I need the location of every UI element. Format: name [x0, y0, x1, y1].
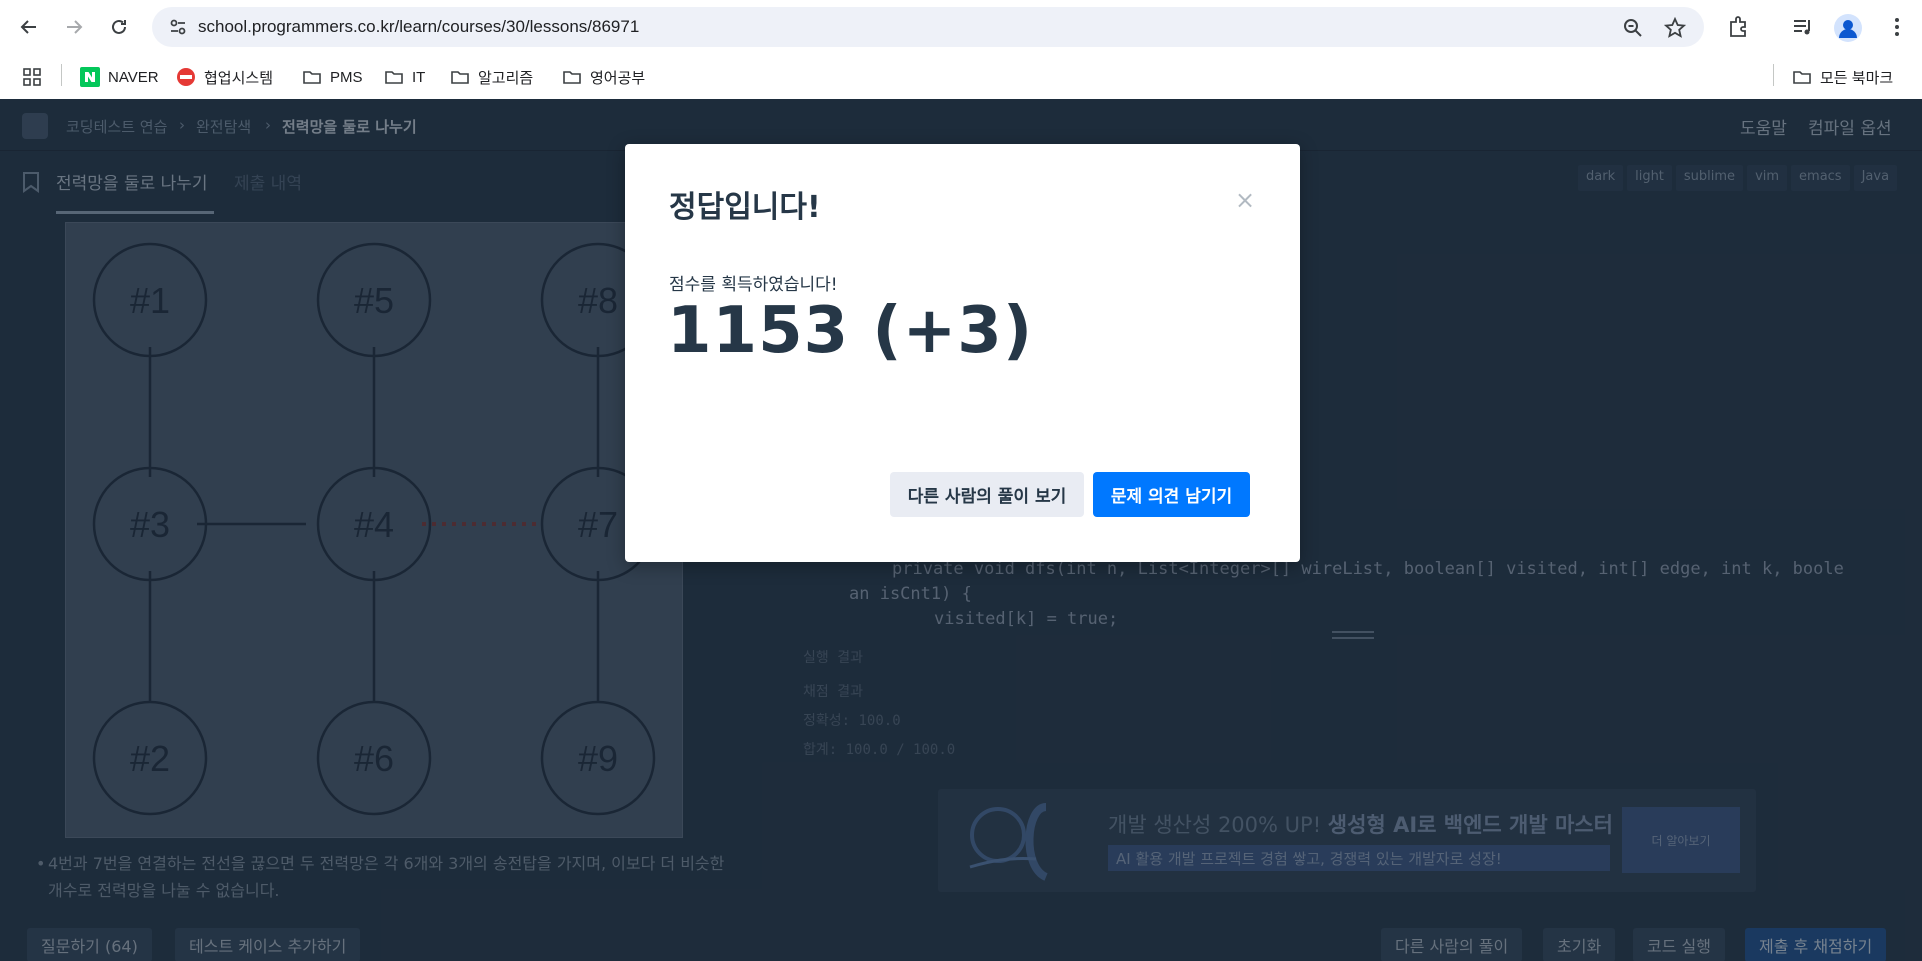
- profile-avatar[interactable]: [1834, 14, 1862, 42]
- address-bar[interactable]: school.programmers.co.kr/learn/courses/3…: [152, 7, 1704, 47]
- bookmark-star-icon[interactable]: [1664, 17, 1686, 39]
- naver-icon: [80, 67, 100, 87]
- folder-icon: [451, 71, 469, 84]
- reload-icon[interactable]: [104, 12, 134, 42]
- all-bookmarks[interactable]: 모든 북마크: [1792, 65, 1893, 89]
- bookmark-algorithm[interactable]: 알고리즘: [450, 65, 533, 89]
- folder-icon: [563, 71, 581, 84]
- zoom-icon[interactable]: [1622, 17, 1644, 39]
- back-icon[interactable]: [14, 12, 44, 42]
- extensions-icon[interactable]: [1726, 14, 1752, 40]
- site-icon: [177, 68, 195, 86]
- score-value: 1153 (+3): [667, 294, 1034, 368]
- folder-icon: [385, 71, 403, 84]
- bookmark-it[interactable]: IT: [384, 65, 425, 89]
- bookmark-separator: [61, 64, 62, 86]
- bookmark-label: PMS: [330, 68, 363, 86]
- bookmark-label: 협업시스템: [204, 69, 274, 87]
- bookmark-label: 영어공부: [590, 69, 646, 87]
- modal-message: 점수를 획득하였습니다!: [669, 275, 838, 295]
- url-text: school.programmers.co.kr/learn/courses/3…: [198, 17, 640, 36]
- bookmarks-bar: NAVER 협업시스템 PMS IT 알고리즘 영어공부 모든 북마크: [0, 54, 1922, 99]
- bookmark-pms[interactable]: PMS: [302, 65, 363, 89]
- bookmark-separator: [1773, 64, 1774, 86]
- all-bookmarks-label: 모든 북마크: [1820, 69, 1894, 87]
- bookmark-label: 알고리즘: [478, 69, 534, 87]
- bookmark-collab-system[interactable]: 협업시스템: [176, 65, 273, 89]
- browser-menu-icon[interactable]: [1884, 14, 1910, 40]
- close-icon[interactable]: ×: [1235, 188, 1255, 212]
- forward-icon[interactable]: [59, 12, 89, 42]
- site-settings-icon[interactable]: [168, 17, 188, 37]
- folder-icon: [303, 71, 321, 84]
- success-modal: 정답입니다! × 점수를 획득하였습니다! 1153 (+3) 다른 사람의 풀…: [625, 144, 1300, 562]
- bookmark-label: IT: [412, 68, 426, 86]
- bookmark-label: NAVER: [108, 68, 159, 86]
- modal-title: 정답입니다!: [669, 190, 821, 225]
- bookmark-naver[interactable]: NAVER: [80, 65, 159, 89]
- folder-icon: [1793, 71, 1811, 84]
- apps-icon[interactable]: [22, 65, 50, 89]
- media-control-icon[interactable]: [1790, 14, 1816, 40]
- address-row: school.programmers.co.kr/learn/courses/3…: [0, 0, 1922, 54]
- bookmark-english[interactable]: 영어공부: [562, 65, 645, 89]
- view-others-solutions-button[interactable]: 다른 사람의 풀이 보기: [890, 472, 1084, 517]
- browser-chrome: school.programmers.co.kr/learn/courses/3…: [0, 0, 1922, 99]
- leave-feedback-button[interactable]: 문제 의견 남기기: [1093, 472, 1250, 517]
